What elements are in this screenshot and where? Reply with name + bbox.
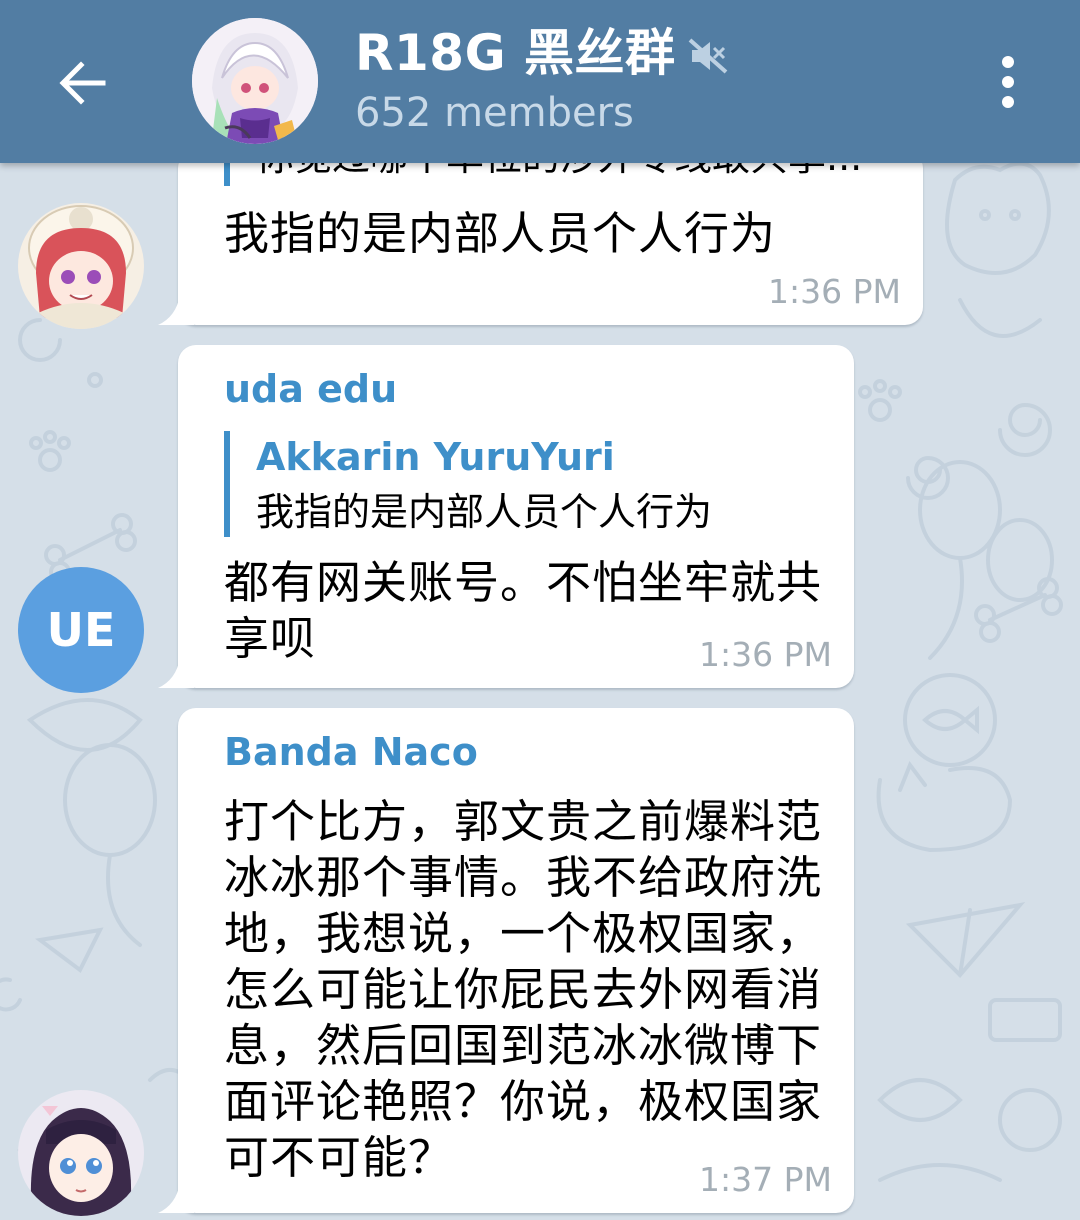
message-bubble[interactable]: Banda Naco 打个比方，郭文贵之前爆料范 冰冰那个事情。我不给政府洗 地… [158, 708, 854, 1213]
anime-girl-avatar-image [192, 18, 318, 144]
chat-title-block[interactable]: R18G 黑丝群 652 members [355, 22, 730, 138]
sender-avatar-banda-naco[interactable] [18, 1090, 144, 1216]
chat-header: R18G 黑丝群 652 members [0, 0, 1080, 163]
anime-girl-avatar-image [18, 203, 144, 329]
group-title: R18G 黑丝群 [355, 24, 676, 82]
group-avatar[interactable] [192, 18, 318, 144]
avatar-initials: UE [46, 603, 116, 657]
message-line: 面评论艳照？你说，极权国家 [224, 1075, 823, 1128]
message-time: 1:37 PM [699, 1160, 832, 1199]
message-line: 怎么可能让你屁民去外网看消 [224, 963, 823, 1016]
message-text: 我指的是内部人员个人行为 [224, 207, 777, 260]
message-time: 1:36 PM [699, 635, 832, 674]
message-time: 1:36 PM [768, 272, 901, 311]
message-bubble[interactable]: uda edu Akkarin YuruYuri 我指的是内部人员个人行为 都有… [158, 345, 854, 688]
bubble-tail [158, 1183, 194, 1213]
message-line: 冰冰那个事情。我不给政府洗 [224, 851, 823, 904]
sender-avatar-akkarin[interactable] [18, 203, 144, 329]
more-vertical-icon [1002, 56, 1014, 108]
bubble-tail [158, 295, 194, 325]
message-line: 打个比方，郭文贵之前爆料范 [224, 795, 823, 848]
reply-text: 我指的是内部人员个人行为 [256, 490, 713, 534]
more-menu-button[interactable] [980, 44, 1036, 120]
reply-sender-name: Akkarin YuruYuri [256, 435, 615, 479]
member-count: 652 members [355, 90, 634, 136]
muted-speaker-icon [688, 38, 727, 74]
message-line: 息，然后回国到范冰冰微博下 [224, 1019, 823, 1072]
sender-name[interactable]: uda edu [224, 367, 397, 411]
sender-avatar-uda-edu[interactable]: UE [18, 567, 144, 693]
bubble-tail [158, 658, 194, 688]
back-button[interactable] [40, 40, 126, 126]
message-line: 地，我想说，一个极权国家， [224, 907, 823, 960]
anime-girl-avatar-image [18, 1090, 144, 1216]
message-line: 都有网关账号。不怕坐牢就共 [224, 556, 823, 609]
sender-name[interactable]: Banda Naco [224, 730, 478, 774]
message-bubble[interactable]: 你觉过哪个单位的涉外专线敢共享... 我指的是内部人员个人行为 1:36 PM [158, 150, 923, 325]
arrow-left-icon [59, 61, 106, 105]
message-text: 打个比方，郭文贵之前爆料范 冰冰那个事情。我不给政府洗 地，我想说，一个极权国家… [224, 794, 822, 1186]
reply-preview[interactable]: Akkarin YuruYuri 我指的是内部人员个人行为 [224, 431, 712, 537]
